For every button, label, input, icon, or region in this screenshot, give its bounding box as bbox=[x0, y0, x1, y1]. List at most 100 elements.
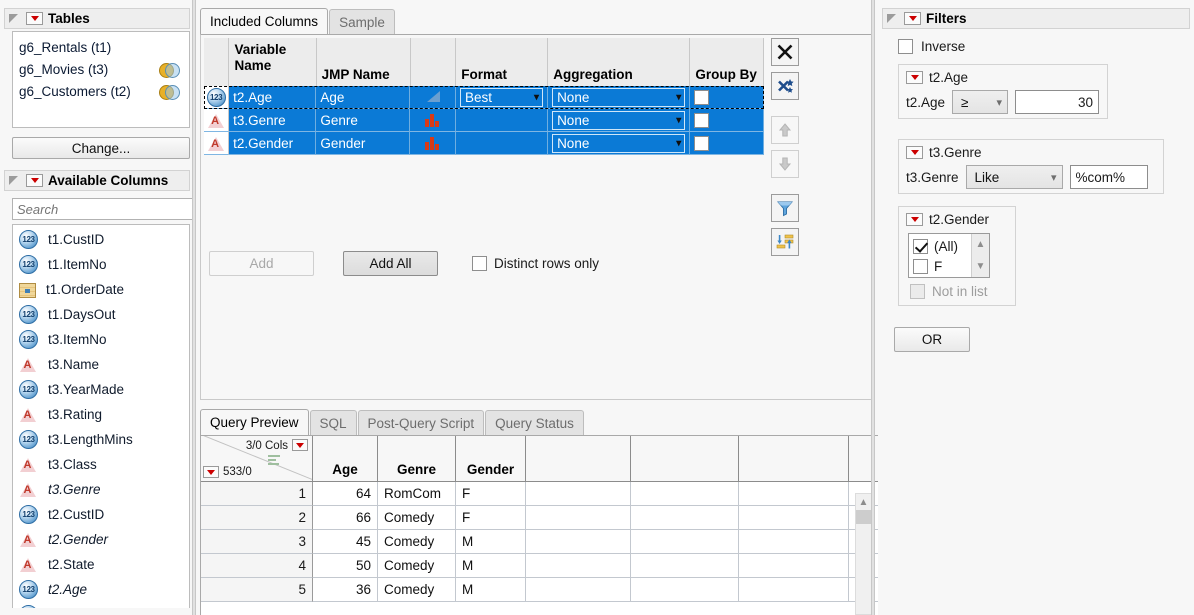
remove-all-columns-icon[interactable] bbox=[771, 72, 799, 100]
aggregation-select[interactable]: None▾ bbox=[552, 134, 685, 153]
cell-modeling-type[interactable] bbox=[410, 86, 456, 109]
change-button[interactable]: Change... bbox=[12, 137, 190, 159]
format-select[interactable]: Best▾ bbox=[460, 88, 543, 107]
scroll-up-icon[interactable]: ▲ bbox=[856, 494, 871, 510]
cell-aggregation[interactable]: None▾ bbox=[548, 109, 690, 132]
distinct-rows-checkbox[interactable] bbox=[472, 256, 487, 271]
cell-variable-name[interactable]: t2.Age bbox=[229, 86, 316, 109]
tab-included-columns[interactable]: Included Columns bbox=[200, 8, 328, 34]
table-cell[interactable]: M bbox=[456, 554, 526, 578]
cell-jmp-name[interactable]: Genre bbox=[316, 109, 410, 132]
query-preview-column-header[interactable]: Genre bbox=[378, 436, 456, 481]
spinner-up-icon[interactable]: ▲ bbox=[972, 234, 989, 256]
cell-group-by[interactable] bbox=[690, 86, 764, 109]
query-preview-column-header[interactable]: Gender bbox=[456, 436, 526, 481]
table-cell[interactable]: M bbox=[456, 530, 526, 554]
list-item[interactable]: g6_Rentals (t1) bbox=[13, 36, 189, 58]
header-aggregation[interactable]: Aggregation bbox=[548, 38, 690, 86]
right-splitter[interactable] bbox=[871, 0, 875, 615]
table-cell[interactable]: 66 bbox=[313, 506, 378, 530]
row-number-cell[interactable]: 4 bbox=[201, 554, 313, 578]
available-column-item[interactable]: t2.CustID bbox=[13, 502, 189, 527]
inverse-checkbox[interactable] bbox=[898, 39, 913, 54]
table-cell[interactable]: F bbox=[456, 482, 526, 506]
move-up-icon[interactable] bbox=[771, 116, 799, 144]
list-item[interactable]: F bbox=[909, 256, 971, 276]
inverse-row[interactable]: Inverse bbox=[898, 39, 965, 54]
not-in-list-checkbox[interactable] bbox=[910, 284, 925, 299]
cell-format[interactable] bbox=[456, 132, 548, 155]
listbox-spinner[interactable]: ▲ ▼ bbox=[971, 234, 989, 277]
filter-funnel-icon[interactable] bbox=[771, 194, 799, 222]
table-cell[interactable]: Comedy bbox=[378, 530, 456, 554]
cell-group-by[interactable] bbox=[690, 109, 764, 132]
header-modeling-type[interactable] bbox=[411, 38, 457, 86]
move-down-icon[interactable] bbox=[771, 150, 799, 178]
row-number-cell[interactable]: 1 bbox=[201, 482, 313, 506]
group-by-checkbox[interactable] bbox=[694, 136, 709, 151]
included-column-row[interactable]: t3.GenreGenre None▾ bbox=[204, 109, 764, 132]
add-button[interactable]: Add bbox=[209, 251, 314, 276]
scrollbar-thumb[interactable] bbox=[856, 510, 871, 524]
available-column-item[interactable]: t3.Class bbox=[13, 452, 189, 477]
distinct-rows-row[interactable]: Distinct rows only bbox=[472, 256, 599, 271]
available-columns-panel-header[interactable]: Available Columns bbox=[4, 170, 190, 191]
cell-group-by[interactable] bbox=[690, 132, 764, 155]
cell-modeling-type[interactable] bbox=[410, 132, 456, 155]
list-item[interactable]: g6_Movies (t3) bbox=[13, 58, 189, 80]
group-by-checkbox[interactable] bbox=[694, 113, 709, 128]
header-variable-name[interactable]: Variable Name bbox=[229, 38, 316, 86]
list-item[interactable]: g6_Customers (t2) bbox=[13, 80, 189, 102]
tab-query-status[interactable]: Query Status bbox=[485, 410, 584, 435]
query-preview-scrollbar[interactable]: ▲ bbox=[855, 493, 872, 615]
filter-title-row[interactable]: t2.Age bbox=[899, 65, 1107, 85]
tab-sample[interactable]: Sample bbox=[329, 9, 395, 34]
search-input[interactable] bbox=[12, 198, 200, 220]
table-cell[interactable]: 50 bbox=[313, 554, 378, 578]
group-by-checkbox[interactable] bbox=[694, 90, 709, 105]
filters-disclosure-icon[interactable] bbox=[904, 12, 921, 25]
available-column-item[interactable]: t1.CustID bbox=[13, 227, 189, 252]
included-column-row[interactable]: t2.AgeAgeBest▾None▾ bbox=[204, 86, 764, 109]
tab-query-preview[interactable]: Query Preview bbox=[200, 409, 309, 435]
table-cell[interactable]: RomCom bbox=[378, 482, 456, 506]
header-format[interactable]: Format bbox=[456, 38, 548, 86]
cell-variable-name[interactable]: t3.Genre bbox=[229, 109, 316, 132]
filter-disclosure-icon[interactable] bbox=[906, 146, 923, 159]
filter-disclosure-icon[interactable] bbox=[906, 71, 923, 84]
available-column-item[interactable]: t1.OrderDate bbox=[13, 277, 189, 302]
available-column-item[interactable]: t2.Gender bbox=[13, 527, 189, 552]
cell-format[interactable]: Best▾ bbox=[456, 86, 548, 109]
table-cell[interactable]: Comedy bbox=[378, 578, 456, 602]
aggregation-select[interactable]: None▾ bbox=[552, 111, 685, 130]
table-cell[interactable]: Comedy bbox=[378, 506, 456, 530]
table-cell[interactable]: F bbox=[456, 506, 526, 530]
cell-jmp-name[interactable]: Age bbox=[316, 86, 410, 109]
tables-disclosure-icon[interactable] bbox=[26, 12, 43, 25]
table-cell[interactable]: 36 bbox=[313, 578, 378, 602]
add-all-button[interactable]: Add All bbox=[343, 251, 438, 276]
included-column-row[interactable]: t2.GenderGenderNone▾ bbox=[204, 132, 764, 155]
header-group-by[interactable]: Group By bbox=[690, 38, 764, 86]
filter-operator-select[interactable]: Like ▾ bbox=[966, 165, 1063, 189]
available-column-item[interactable]: t3.Rating bbox=[13, 402, 189, 427]
available-column-item[interactable]: t2.State bbox=[13, 552, 189, 577]
filter-disclosure-icon[interactable] bbox=[906, 213, 923, 226]
spinner-down-icon[interactable]: ▼ bbox=[972, 256, 989, 278]
not-in-list-row[interactable]: Not in list bbox=[899, 278, 1015, 299]
filter-operator-select[interactable]: ≥ ▾ bbox=[952, 90, 1008, 114]
filter-value-input[interactable]: 30 bbox=[1015, 90, 1099, 114]
join-icon[interactable] bbox=[159, 85, 179, 98]
join-icon[interactable] bbox=[159, 63, 179, 76]
available-columns-list[interactable]: t1.CustIDt1.ItemNot1.OrderDatet1.DaysOut… bbox=[12, 224, 190, 608]
cell-aggregation[interactable]: None▾ bbox=[548, 132, 690, 155]
available-column-item[interactable]: t3.YearMade bbox=[13, 377, 189, 402]
available-column-item[interactable]: t3.LengthMins bbox=[13, 427, 189, 452]
table-cell[interactable]: 64 bbox=[313, 482, 378, 506]
cell-variable-name[interactable]: t2.Gender bbox=[229, 132, 316, 155]
filters-panel-header[interactable]: Filters bbox=[882, 8, 1190, 29]
table-cell[interactable]: 45 bbox=[313, 530, 378, 554]
listbox-checkbox[interactable] bbox=[913, 259, 928, 274]
available-column-item[interactable]: t3.Genre bbox=[13, 477, 189, 502]
table-cell[interactable]: M bbox=[456, 578, 526, 602]
